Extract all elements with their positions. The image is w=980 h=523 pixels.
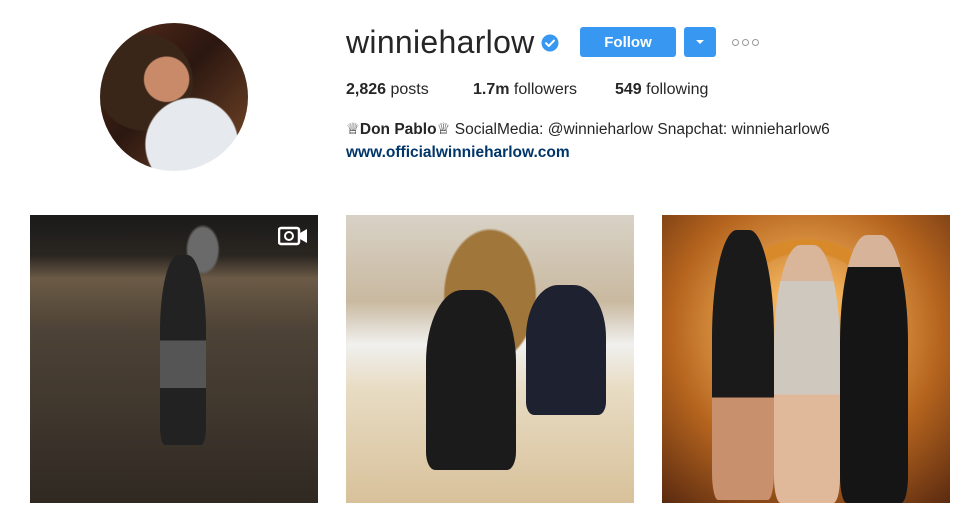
post-thumbnail[interactable]: [30, 215, 318, 503]
profile-website-link[interactable]: www.officialwinnieharlow.com: [346, 143, 570, 163]
profile-username: winnieharlow: [346, 24, 535, 60]
profile-bio-text: SocialMedia: @winnieharlow Snapchat: win…: [450, 121, 830, 138]
verified-badge-icon: [541, 34, 559, 52]
video-camera-icon: [278, 226, 307, 246]
person-figure: [426, 290, 516, 470]
person-figure: [840, 235, 908, 503]
profile-full-name: ♕Don Pablo♕: [346, 121, 451, 138]
chevron-down-icon: [696, 40, 704, 44]
person-figure: [774, 245, 840, 503]
handstand-figure: [160, 255, 206, 445]
profile-bio: ♕Don Pablo♕ SocialMedia: @winnieharlow S…: [346, 120, 830, 140]
suggestions-dropdown-button[interactable]: [684, 27, 716, 57]
person-figure: [526, 285, 606, 415]
profile-avatar[interactable]: [100, 23, 248, 171]
followers-count[interactable]: 1.7m followers: [473, 80, 577, 100]
person-figure: [712, 230, 774, 500]
follow-button[interactable]: Follow: [580, 27, 676, 57]
posts-count: 2,826 posts: [346, 81, 429, 98]
post-thumbnail[interactable]: [662, 215, 950, 503]
more-options-icon[interactable]: [730, 34, 760, 50]
following-count[interactable]: 549 following: [615, 80, 708, 100]
post-thumbnail[interactable]: [346, 215, 634, 503]
